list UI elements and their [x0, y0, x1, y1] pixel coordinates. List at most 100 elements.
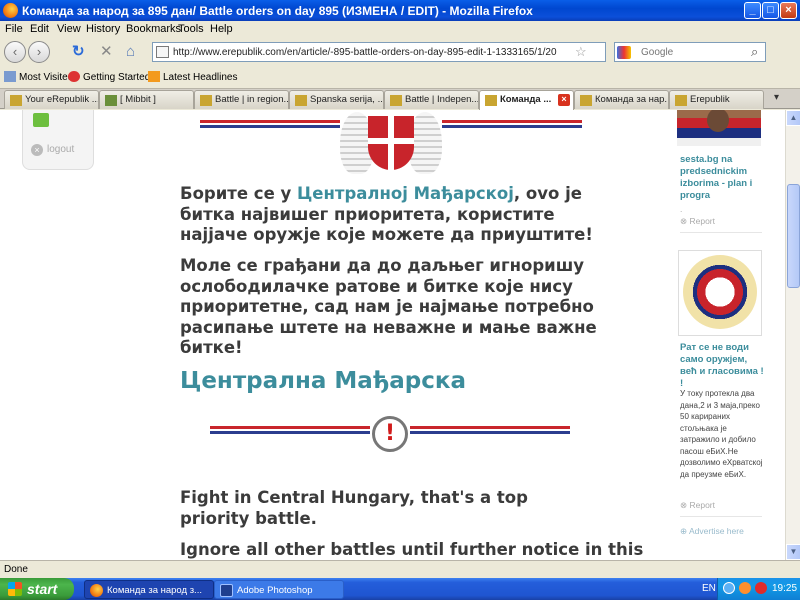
site-favicon-icon	[156, 46, 169, 58]
url-input[interactable]	[173, 45, 573, 60]
tab-label: [ Mibbit ]	[120, 94, 156, 105]
forward-button[interactable]: ›	[28, 41, 50, 63]
start-button[interactable]: start	[0, 578, 74, 600]
window-title: Команда за народ за 895 дан/ Battle orde…	[22, 4, 533, 18]
mibbit-tab-icon	[105, 95, 117, 106]
menu-bookmarks[interactable]: Bookmarks	[126, 23, 181, 35]
advertise-label: Advertise here	[689, 526, 744, 536]
ad-image-candidate[interactable]	[677, 110, 761, 146]
ad-image-seal[interactable]	[678, 250, 762, 336]
menu-history[interactable]: History	[86, 23, 120, 35]
bookmark-latest-headlines[interactable]: Latest Headlines	[148, 71, 238, 83]
google-icon[interactable]	[617, 46, 631, 59]
logout-icon[interactable]: ×	[31, 144, 43, 156]
navigation-toolbar: ‹ › ↻ ✕ ⌂ ☆ ⌕	[0, 38, 800, 66]
ad-description: У току протекла два дана,2 и 3 маја,прек…	[680, 389, 763, 479]
article-text: Борите се у	[180, 184, 297, 203]
tab-label: Spanska serija, ...	[310, 94, 384, 105]
scroll-up-icon[interactable]: ▲	[786, 110, 800, 126]
erepublik-tab-icon	[295, 95, 307, 106]
status-bar: Done	[0, 560, 800, 578]
firefox-bookmark-icon	[68, 71, 80, 82]
erepublik-tab-icon	[675, 95, 687, 106]
scroll-thumb[interactable]	[787, 184, 800, 288]
tab-erepublik[interactable]: Erepublik	[669, 90, 764, 109]
article-paragraph: Fight in Central Hungary, that's a top p…	[180, 488, 528, 528]
tab-komanda-active[interactable]: Команда ... ×	[479, 90, 574, 110]
tab-label: Your eRepublik ...	[25, 94, 99, 105]
report-link[interactable]: ⊗ Report	[680, 216, 715, 227]
title-bar: Команда за народ за 895 дан/ Battle orde…	[0, 0, 800, 21]
search-input[interactable]	[641, 45, 751, 60]
menu-file[interactable]: File	[5, 23, 23, 35]
close-button[interactable]: ×	[780, 2, 797, 19]
url-bar[interactable]: ☆	[152, 42, 606, 62]
tab-list-dropdown-icon[interactable]: ▾	[774, 92, 779, 103]
advertise-link[interactable]: ⊕ Advertise here	[680, 526, 744, 537]
gift-icon[interactable]	[33, 113, 49, 127]
scroll-down-icon[interactable]: ▼	[786, 544, 800, 560]
tab-battle-region[interactable]: Battle | in region...	[194, 90, 289, 109]
firefox-icon	[90, 584, 103, 597]
tab-spanska-serija[interactable]: Spanska serija, ...	[289, 90, 384, 109]
minimize-button[interactable]: _	[744, 2, 761, 19]
stop-icon[interactable]: ✕	[100, 43, 113, 61]
divider	[680, 232, 762, 233]
erepublik-tab-icon	[200, 95, 212, 106]
flag-stripe-right	[442, 120, 582, 132]
vertical-scrollbar[interactable]: ▲ ▼	[785, 110, 800, 560]
ad-link[interactable]: sesta.bg na predsednickim izborima - pla…	[680, 154, 762, 202]
bookmark-label: Most Visited	[19, 72, 74, 83]
network-icon[interactable]	[723, 582, 735, 594]
tab-komanda-za-narod[interactable]: Команда за нар...	[574, 90, 669, 109]
erepublik-tab-icon	[390, 95, 402, 106]
search-bar[interactable]: ⌕	[614, 42, 766, 62]
menu-bar: File Edit View History Bookmarks Tools H…	[0, 21, 800, 38]
maximize-button[interactable]: □	[762, 2, 779, 19]
user-panel: × logout	[22, 110, 94, 170]
article-paragraph: Борите се у Централној Мађарској, ovo je…	[180, 184, 600, 246]
taskbar-item-photoshop[interactable]: Adobe Photoshop	[214, 580, 344, 599]
taskbar-item-label: Adobe Photoshop	[237, 585, 313, 596]
most-visited-icon	[4, 71, 16, 82]
tab-mibbit[interactable]: [ Mibbit ]	[99, 90, 194, 109]
bookmark-star-icon[interactable]: ☆	[575, 44, 587, 60]
security-icon[interactable]	[755, 582, 767, 594]
tab-label: Erepublik	[690, 94, 730, 105]
logout-link[interactable]: logout	[47, 144, 74, 155]
menu-edit[interactable]: Edit	[30, 23, 49, 35]
tab-battle-independence[interactable]: Battle | Indepen...	[384, 90, 479, 109]
taskbar-item-firefox[interactable]: Команда за народ з...	[84, 580, 214, 599]
report-link[interactable]: ⊗ Report	[680, 500, 715, 511]
menu-help[interactable]: Help	[210, 23, 233, 35]
serbian-eagle-emblem	[340, 112, 442, 180]
tab-your-erepublik[interactable]: Your eRepublik ...	[4, 90, 99, 109]
region-link[interactable]: Централној Мађарској	[297, 184, 514, 203]
tab-close-icon[interactable]: ×	[558, 94, 570, 106]
firefox-icon	[3, 3, 18, 18]
flag-stripe-right	[410, 426, 570, 438]
home-icon[interactable]: ⌂	[126, 43, 135, 61]
clock: 19:25	[772, 583, 798, 594]
volume-icon[interactable]	[739, 582, 751, 594]
language-indicator[interactable]: EN	[702, 583, 716, 594]
status-text: Done	[4, 564, 28, 575]
reload-icon[interactable]: ↻	[72, 43, 85, 61]
ad-link[interactable]: Рат се не води само оружјем, већ и гласо…	[680, 342, 766, 390]
tab-bar: Your eRepublik ... [ Mibbit ] Battle | i…	[0, 88, 800, 110]
erepublik-tab-icon	[580, 95, 592, 106]
back-button[interactable]: ‹	[4, 41, 26, 63]
bookmark-most-visited[interactable]: Most Visited	[4, 71, 73, 83]
bookmark-getting-started[interactable]: Getting Started	[68, 71, 150, 83]
menu-view[interactable]: View	[57, 23, 81, 35]
report-label: Report	[689, 500, 715, 510]
bookmark-label: Latest Headlines	[163, 72, 238, 83]
tab-label: Команда за нар...	[595, 94, 669, 105]
bookmarks-toolbar: Most Visited Getting Started Latest Head…	[0, 66, 800, 88]
search-icon[interactable]: ⌕	[751, 44, 758, 60]
alert-glyph: !	[384, 421, 396, 446]
report-label: Report	[689, 216, 715, 226]
menu-tools[interactable]: Tools	[178, 23, 204, 35]
start-label: start	[27, 581, 58, 597]
flag-stripe-left	[200, 120, 340, 132]
